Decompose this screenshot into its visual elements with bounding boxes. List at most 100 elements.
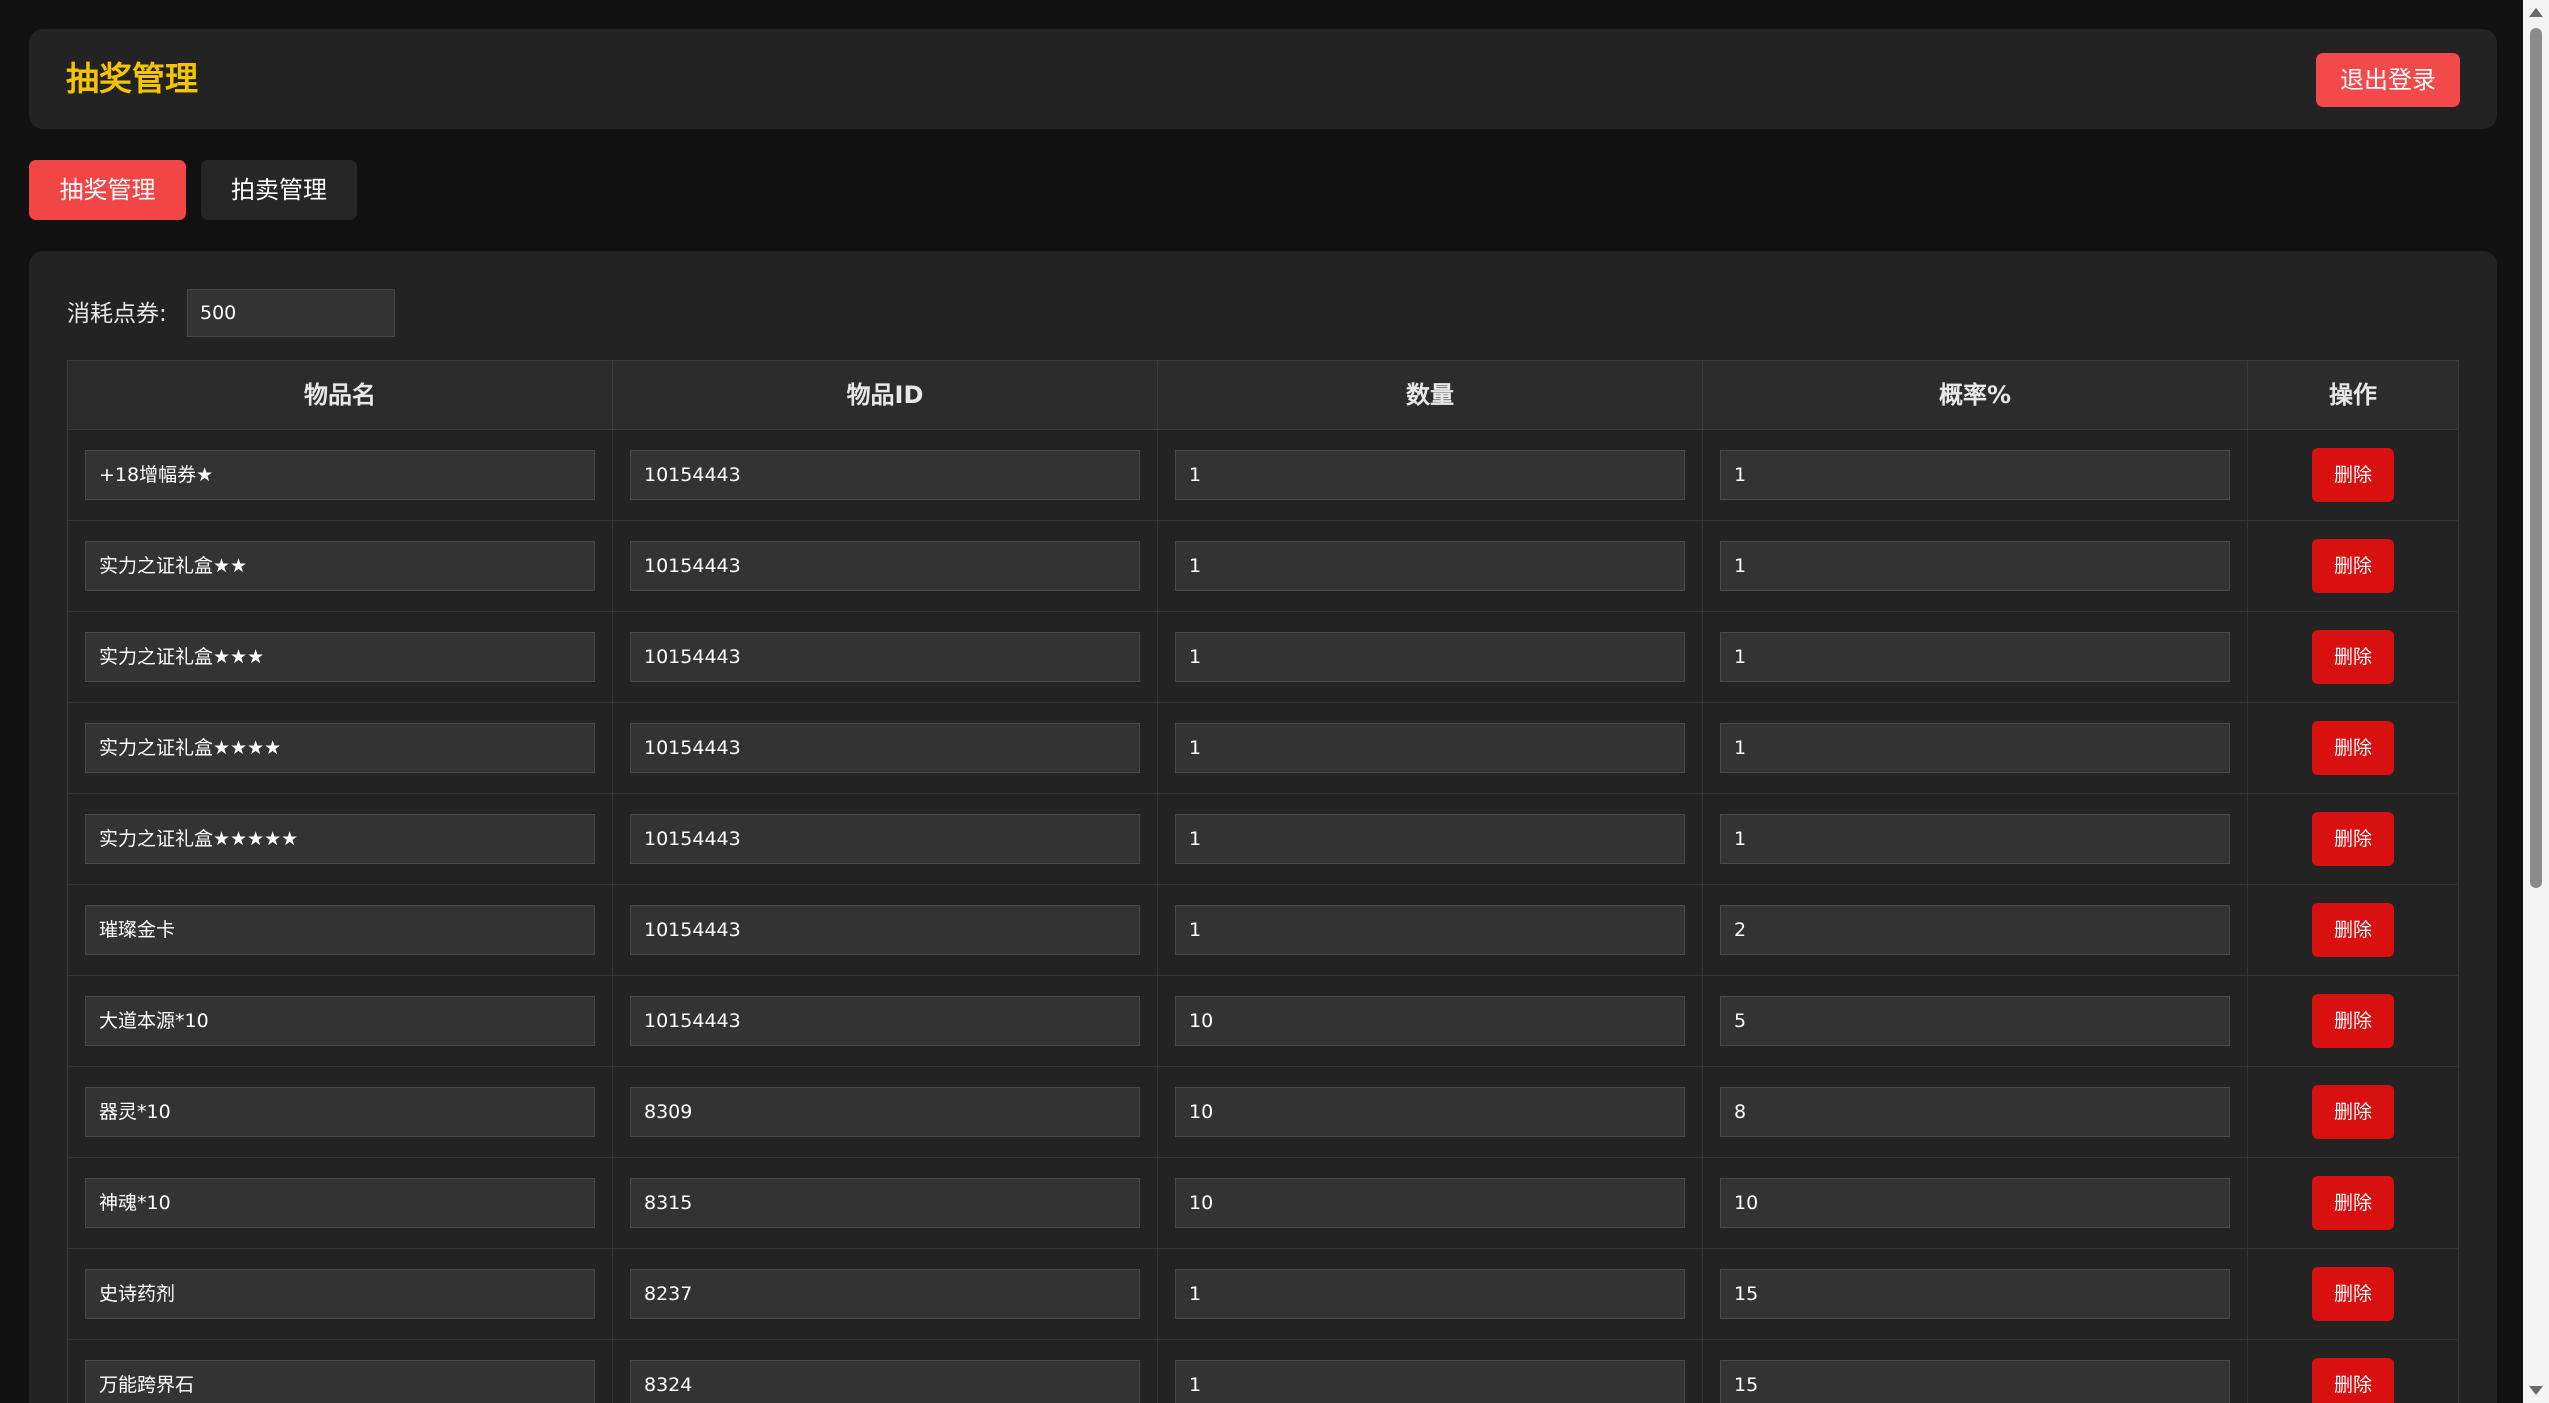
table-cell: 1 xyxy=(1158,1249,1703,1339)
delete-button[interactable]: 删除 xyxy=(2312,539,2394,593)
table-cell: 8309 xyxy=(613,1067,1158,1157)
page-title: 抽奖管理 xyxy=(66,59,198,98)
table-row: 神魂*10 8315 10 10 删除 xyxy=(68,1158,2458,1249)
table-row: 万能跨界石 8324 1 15 删除 xyxy=(68,1340,2458,1403)
table-cell: 10 xyxy=(1158,1158,1703,1248)
table-cell: 实力之证礼盒★★★★★ xyxy=(68,794,613,884)
probability-input[interactable]: 1 xyxy=(1720,632,2230,682)
table-cell: 10 xyxy=(1158,1067,1703,1157)
item-name-input[interactable]: 璀璨金卡 xyxy=(85,905,595,955)
quantity-input[interactable]: 1 xyxy=(1175,541,1685,591)
table-cell: 实力之证礼盒★★ xyxy=(68,521,613,611)
tab-auction-management[interactable]: 拍卖管理 xyxy=(201,160,357,220)
probability-input[interactable]: 1 xyxy=(1720,814,2230,864)
table-cell: 1 xyxy=(1703,612,2248,702)
column-header-actions: 操作 xyxy=(2329,381,2377,409)
scroll-down-arrow-icon[interactable] xyxy=(2529,1386,2543,1395)
table-cell: 1 xyxy=(1158,885,1703,975)
delete-button[interactable]: 删除 xyxy=(2312,1358,2394,1403)
delete-button[interactable]: 删除 xyxy=(2312,448,2394,502)
quantity-input[interactable]: 1 xyxy=(1175,814,1685,864)
item-id-input[interactable]: 10154443 xyxy=(630,541,1140,591)
table-cell: 实力之证礼盒★★★ xyxy=(68,612,613,702)
scroll-thumb[interactable] xyxy=(2530,28,2542,888)
probability-input[interactable]: 2 xyxy=(1720,905,2230,955)
table-cell: 删除 xyxy=(2248,1067,2458,1157)
probability-input[interactable]: 15 xyxy=(1720,1360,2230,1403)
table-cell: 5 xyxy=(1703,976,2248,1066)
item-id-input[interactable]: 10154443 xyxy=(630,450,1140,500)
item-name-input[interactable]: 大道本源*10 xyxy=(85,996,595,1046)
item-name-input[interactable]: 万能跨界石 xyxy=(85,1360,595,1403)
quantity-input[interactable]: 1 xyxy=(1175,632,1685,682)
scroll-up-arrow-icon[interactable] xyxy=(2529,8,2543,17)
item-name-input[interactable]: 神魂*10 xyxy=(85,1178,595,1228)
item-name-input[interactable]: 实力之证礼盒★★ xyxy=(85,541,595,591)
quantity-input[interactable]: 1 xyxy=(1175,1269,1685,1319)
cost-input[interactable]: 500 xyxy=(187,289,395,337)
table-cell: 删除 xyxy=(2248,521,2458,611)
item-id-input[interactable]: 10154443 xyxy=(630,814,1140,864)
table-cell: 15 xyxy=(1703,1340,2248,1403)
table-cell: 1 xyxy=(1703,703,2248,793)
item-id-input[interactable]: 10154443 xyxy=(630,723,1140,773)
table-cell: 实力之证礼盒★★★★ xyxy=(68,703,613,793)
probability-input[interactable]: 5 xyxy=(1720,996,2230,1046)
delete-button[interactable]: 删除 xyxy=(2312,994,2394,1048)
item-id-input[interactable]: 8324 xyxy=(630,1360,1140,1403)
quantity-input[interactable]: 1 xyxy=(1175,905,1685,955)
table-cell: 大道本源*10 xyxy=(68,976,613,1066)
table-cell: 1 xyxy=(1158,1340,1703,1403)
delete-button[interactable]: 删除 xyxy=(2312,630,2394,684)
table-cell: 10154443 xyxy=(613,430,1158,520)
item-name-input[interactable]: +18增幅券★ xyxy=(85,450,595,500)
delete-button[interactable]: 删除 xyxy=(2312,903,2394,957)
item-id-input[interactable]: 10154443 xyxy=(630,996,1140,1046)
item-name-input[interactable]: 器灵*10 xyxy=(85,1087,595,1137)
probability-input[interactable]: 15 xyxy=(1720,1269,2230,1319)
table-cell: 15 xyxy=(1703,1249,2248,1339)
item-id-input[interactable]: 10154443 xyxy=(630,632,1140,682)
quantity-input[interactable]: 1 xyxy=(1175,450,1685,500)
table-cell: 1 xyxy=(1703,521,2248,611)
probability-input[interactable]: 1 xyxy=(1720,450,2230,500)
item-id-input[interactable]: 8315 xyxy=(630,1178,1140,1228)
vertical-scrollbar[interactable] xyxy=(2523,0,2549,1403)
probability-input[interactable]: 1 xyxy=(1720,541,2230,591)
table-body: +18增幅券★ 10154443 1 1 删除 实力之证礼盒★★ 10154443 1 1 删除实… xyxy=(68,430,2458,1403)
delete-button[interactable]: 删除 xyxy=(2312,1176,2394,1230)
table-cell: 1 xyxy=(1158,521,1703,611)
item-name-input[interactable]: 实力之证礼盒★★★ xyxy=(85,632,595,682)
table-row: 史诗药剂 8237 1 15 删除 xyxy=(68,1249,2458,1340)
tab-lottery-management[interactable]: 抽奖管理 xyxy=(29,160,186,220)
quantity-input[interactable]: 10 xyxy=(1175,1178,1685,1228)
delete-button[interactable]: 删除 xyxy=(2312,721,2394,775)
probability-input[interactable]: 8 xyxy=(1720,1087,2230,1137)
probability-input[interactable]: 1 xyxy=(1720,723,2230,773)
table-cell: 8324 xyxy=(613,1340,1158,1403)
item-name-input[interactable]: 实力之证礼盒★★★★ xyxy=(85,723,595,773)
delete-button[interactable]: 删除 xyxy=(2312,812,2394,866)
quantity-input[interactable]: 1 xyxy=(1175,723,1685,773)
item-id-input[interactable]: 8309 xyxy=(630,1087,1140,1137)
item-id-input[interactable]: 10154443 xyxy=(630,905,1140,955)
table-row: 器灵*10 8309 10 8 删除 xyxy=(68,1067,2458,1158)
delete-button[interactable]: 删除 xyxy=(2312,1267,2394,1321)
item-name-input[interactable]: 实力之证礼盒★★★★★ xyxy=(85,814,595,864)
item-id-input[interactable]: 8237 xyxy=(630,1269,1140,1319)
quantity-input[interactable]: 10 xyxy=(1175,996,1685,1046)
logout-button[interactable]: 退出登录 xyxy=(2316,53,2460,107)
table-cell: 10154443 xyxy=(613,612,1158,702)
table-cell: 10154443 xyxy=(613,794,1158,884)
table-cell: 删除 xyxy=(2248,794,2458,884)
quantity-input[interactable]: 1 xyxy=(1175,1360,1685,1403)
probability-input[interactable]: 10 xyxy=(1720,1178,2230,1228)
lottery-panel: 消耗点券: 500 物品名 物品ID 数量 概率% 操作 +18增幅券★ 1015… xyxy=(29,251,2497,1403)
table-row: 实力之证礼盒★★ 10154443 1 1 删除 xyxy=(68,521,2458,612)
table-cell: 删除 xyxy=(2248,1249,2458,1339)
delete-button[interactable]: 删除 xyxy=(2312,1085,2394,1139)
table-cell: 10 xyxy=(1158,976,1703,1066)
quantity-input[interactable]: 10 xyxy=(1175,1087,1685,1137)
table-cell: 8315 xyxy=(613,1158,1158,1248)
item-name-input[interactable]: 史诗药剂 xyxy=(85,1269,595,1319)
